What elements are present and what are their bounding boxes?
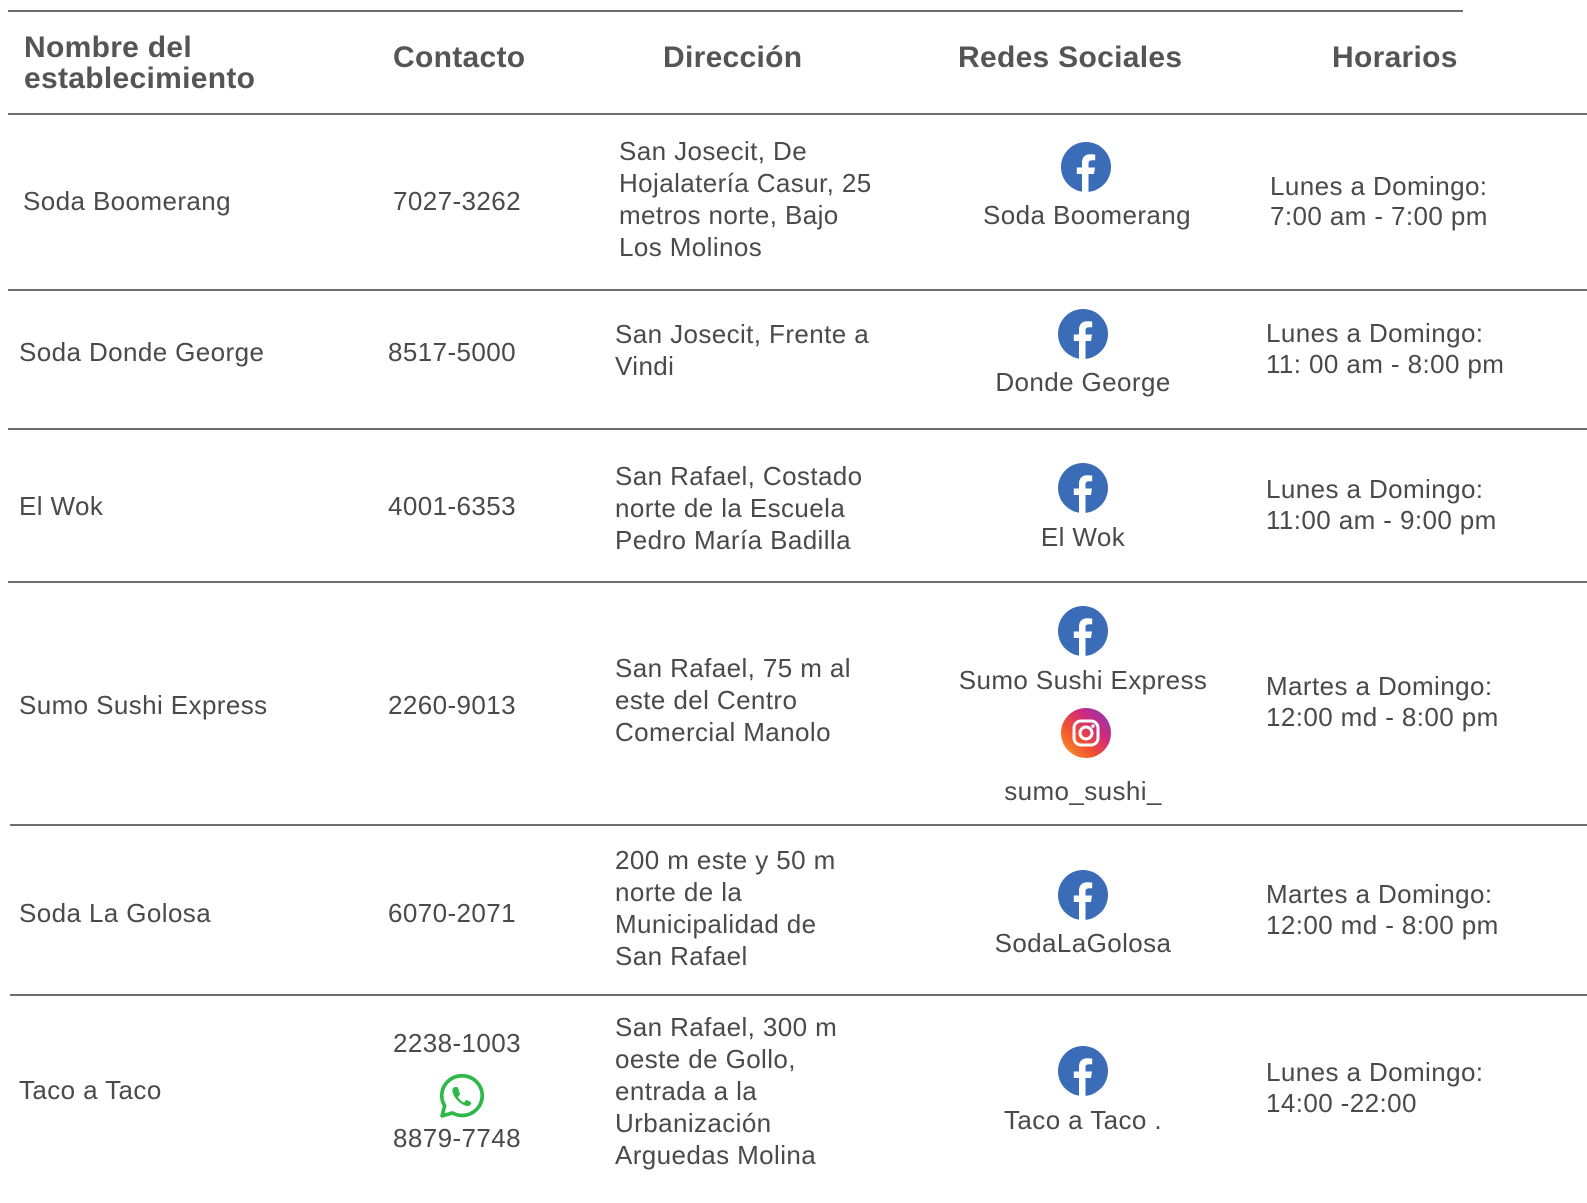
establishment-name: El Wok (19, 491, 104, 521)
address: San Rafael, 75 m al este del Centro Come… (615, 653, 851, 747)
contact-phone: 2260-9013 (388, 690, 516, 720)
hours-days: Lunes a Domingo: (1266, 1057, 1484, 1087)
hours-time: 14:00 -22:00 (1266, 1088, 1417, 1118)
social-handle[interactable]: Taco a Taco . (956, 1104, 1210, 1136)
social-handle[interactable]: sumo_sushi_ (956, 775, 1210, 807)
hours-time: 12:00 md - 8:00 pm (1266, 702, 1499, 732)
social-handle[interactable]: Donde George (956, 366, 1210, 398)
address: 200 m este y 50 m norte de la Municipali… (615, 845, 836, 971)
column-header-address: Dirección (663, 41, 803, 74)
row-divider (10, 824, 1587, 826)
social-handle[interactable]: Soda Boomerang (960, 199, 1214, 231)
establishment-name: Sumo Sushi Express (19, 690, 268, 720)
whatsapp-phone: 8879-7748 (393, 1123, 521, 1153)
establishment-name: Taco a Taco (19, 1075, 162, 1105)
address: San Josecit, Frente a Vindi (615, 319, 870, 381)
hours-time: 7:00 am - 7:00 pm (1270, 201, 1488, 231)
facebook-icon[interactable] (1058, 606, 1108, 656)
facebook-icon[interactable] (1058, 309, 1108, 359)
header-bottom-rule (8, 113, 1587, 115)
hours-days: Martes a Domingo: (1266, 879, 1493, 909)
address: San Josecit, De Hojalatería Casur, 25 me… (619, 136, 872, 262)
column-header-contact: Contacto (393, 41, 526, 74)
establishment-name: Soda La Golosa (19, 898, 212, 928)
hours-time: 11:00 am - 9:00 pm (1266, 505, 1497, 535)
facebook-icon[interactable] (1058, 463, 1108, 513)
establishment-name: Soda Donde George (19, 337, 265, 367)
hours-time: 12:00 md - 8:00 pm (1266, 910, 1499, 940)
hours-days: Lunes a Domingo: (1266, 318, 1484, 348)
establishment-name: Soda Boomerang (23, 186, 231, 216)
contact-phone: 4001-6353 (388, 491, 516, 521)
facebook-icon[interactable] (1058, 1046, 1108, 1096)
facebook-icon[interactable] (1061, 142, 1111, 192)
table-top-rule (8, 10, 1463, 12)
row-divider (8, 581, 1587, 583)
row-divider (8, 428, 1587, 430)
hours-days: Martes a Domingo: (1266, 671, 1493, 701)
column-header-social: Redes Sociales (958, 41, 1183, 74)
hours-days: Lunes a Domingo: (1266, 474, 1484, 504)
contact-phone: 7027-3262 (393, 186, 521, 216)
column-header-name: Nombre del establecimiento (24, 31, 256, 95)
contact-phone: 6070-2071 (388, 898, 516, 928)
row-divider (8, 289, 1587, 291)
row-divider (10, 994, 1587, 996)
social-handle[interactable]: El Wok (956, 521, 1210, 553)
social-handle[interactable]: SodaLaGolosa (956, 927, 1210, 959)
contact-phone: 8517-5000 (388, 337, 516, 367)
address: San Rafael, 300 m oeste de Gollo, entrad… (615, 1012, 838, 1170)
hours-time: 11: 00 am - 8:00 pm (1266, 349, 1505, 379)
facebook-icon[interactable] (1058, 870, 1108, 920)
hours-days: Lunes a Domingo: (1270, 171, 1488, 201)
contact-phone: 2238-1003 (393, 1028, 521, 1058)
social-handle[interactable]: Sumo Sushi Express (946, 664, 1220, 696)
address: San Rafael, Costado norte de la Escuela … (615, 461, 863, 555)
column-header-hours: Horarios (1332, 41, 1458, 74)
whatsapp-icon[interactable] (439, 1073, 485, 1119)
instagram-icon[interactable] (1061, 708, 1111, 758)
